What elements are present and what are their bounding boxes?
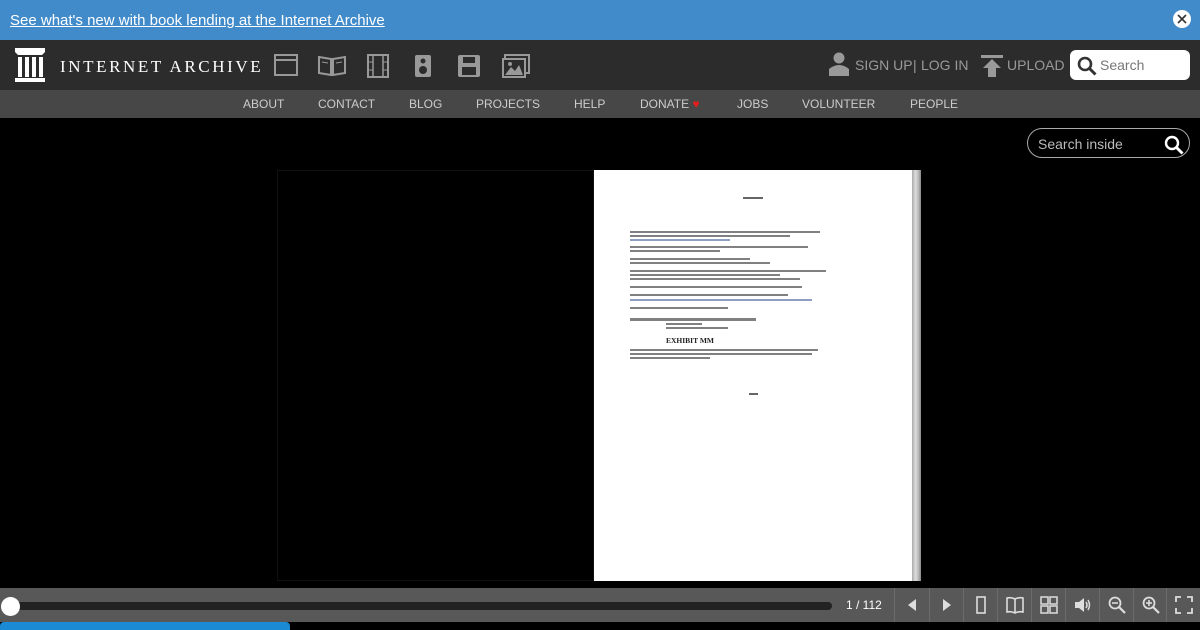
announcement-banner: See what's new with book lending at the … bbox=[0, 0, 1200, 40]
document-text-line bbox=[630, 246, 808, 248]
prev-page-button[interactable] bbox=[894, 588, 928, 622]
thumbnail-icon bbox=[1040, 596, 1058, 614]
document-link-line bbox=[630, 299, 812, 301]
log-in-link[interactable]: LOG IN bbox=[921, 57, 968, 73]
zoom-out-icon bbox=[1108, 596, 1126, 614]
document-text-line bbox=[630, 270, 826, 272]
document-text-line bbox=[630, 307, 728, 309]
document-text-line bbox=[630, 235, 790, 237]
page-scrubber-track[interactable] bbox=[10, 602, 832, 610]
zoom-out-button[interactable] bbox=[1099, 588, 1133, 622]
search-input[interactable] bbox=[1100, 56, 1186, 74]
document-text-line bbox=[630, 262, 770, 264]
document-caption-line bbox=[630, 318, 756, 321]
document-text-line bbox=[630, 286, 802, 288]
bottom-blue-bar bbox=[0, 622, 290, 630]
document-text-line bbox=[630, 258, 750, 260]
one-page-icon bbox=[976, 596, 986, 614]
document-text-line bbox=[630, 278, 800, 280]
thumbnail-view-button[interactable] bbox=[1031, 588, 1065, 622]
web-icon[interactable] bbox=[274, 54, 300, 78]
search-inside-box[interactable] bbox=[1027, 128, 1190, 158]
document-caption-line bbox=[666, 327, 728, 329]
nav-help[interactable]: HELP bbox=[574, 97, 605, 111]
two-page-icon bbox=[1006, 596, 1024, 614]
next-page-button[interactable] bbox=[929, 588, 963, 622]
separator: | bbox=[913, 57, 917, 73]
prev-page-icon bbox=[908, 599, 916, 611]
video-icon[interactable] bbox=[367, 54, 393, 78]
search-inside-input[interactable] bbox=[1038, 135, 1158, 153]
audio-icon[interactable] bbox=[414, 54, 440, 78]
document-heading bbox=[594, 197, 912, 200]
nav-contact[interactable]: CONTACT bbox=[318, 97, 375, 111]
viewer-toolbar: 1 / 112 bbox=[0, 588, 1200, 622]
user-icon bbox=[829, 52, 849, 76]
document-text-line bbox=[630, 231, 820, 233]
header-search[interactable] bbox=[1070, 50, 1190, 80]
one-page-view-button[interactable] bbox=[963, 588, 997, 622]
nav-projects[interactable]: PROJECTS bbox=[476, 97, 540, 111]
heart-icon: ♥ bbox=[692, 97, 700, 111]
read-aloud-button[interactable] bbox=[1065, 588, 1099, 622]
exhibit-title: EXHIBIT MM bbox=[666, 336, 714, 345]
logo-text[interactable]: INTERNET ARCHIVE bbox=[60, 57, 263, 77]
page-count: 1 / 112 bbox=[846, 598, 882, 612]
nav-donate-label: DONATE bbox=[640, 97, 690, 111]
nav-volunteer[interactable]: VOLUNTEER bbox=[802, 97, 875, 111]
document-text-line bbox=[630, 250, 720, 252]
fullscreen-icon bbox=[1175, 596, 1193, 614]
document-link-line bbox=[630, 239, 730, 241]
nav-donate[interactable]: DONATE ♥ bbox=[640, 97, 700, 111]
banner-link[interactable]: See what's new with book lending at the … bbox=[10, 12, 385, 29]
archive-logo-icon[interactable] bbox=[14, 47, 46, 83]
document-page-number bbox=[594, 393, 912, 395]
document-caption-line bbox=[666, 323, 702, 325]
texts-icon[interactable] bbox=[318, 54, 346, 78]
zoom-in-icon bbox=[1142, 596, 1160, 614]
document-text-line bbox=[630, 274, 780, 276]
software-icon[interactable] bbox=[457, 54, 483, 78]
next-page-icon bbox=[943, 599, 951, 611]
upload-icon[interactable] bbox=[980, 55, 1004, 77]
document-text-line bbox=[630, 357, 710, 359]
fullscreen-button[interactable] bbox=[1166, 588, 1200, 622]
search-icon[interactable] bbox=[1077, 56, 1097, 76]
secondary-navigation: ABOUT CONTACT BLOG PROJECTS HELP DONATE … bbox=[0, 90, 1200, 118]
zoom-in-button[interactable] bbox=[1133, 588, 1167, 622]
sign-up-link[interactable]: SIGN UP bbox=[855, 57, 913, 73]
close-icon[interactable] bbox=[1173, 10, 1191, 28]
document-text-line bbox=[630, 349, 818, 351]
book-viewer: EXHIBIT MM bbox=[0, 118, 1200, 588]
search-icon[interactable] bbox=[1164, 135, 1184, 155]
left-page[interactable] bbox=[277, 170, 594, 581]
nav-people[interactable]: PEOPLE bbox=[910, 97, 958, 111]
document-text-line bbox=[630, 294, 788, 296]
nav-blog[interactable]: BLOG bbox=[409, 97, 442, 111]
page-scrubber-handle[interactable] bbox=[1, 597, 20, 616]
nav-jobs[interactable]: JOBS bbox=[737, 97, 768, 111]
upload-button[interactable]: UPLOAD bbox=[1007, 57, 1065, 73]
page-edge bbox=[912, 170, 921, 581]
document-text-line bbox=[630, 353, 812, 355]
right-page[interactable]: EXHIBIT MM bbox=[594, 170, 912, 581]
nav-about[interactable]: ABOUT bbox=[243, 97, 284, 111]
read-aloud-icon bbox=[1075, 598, 1091, 612]
images-icon[interactable] bbox=[502, 54, 530, 78]
two-page-view-button[interactable] bbox=[997, 588, 1031, 622]
